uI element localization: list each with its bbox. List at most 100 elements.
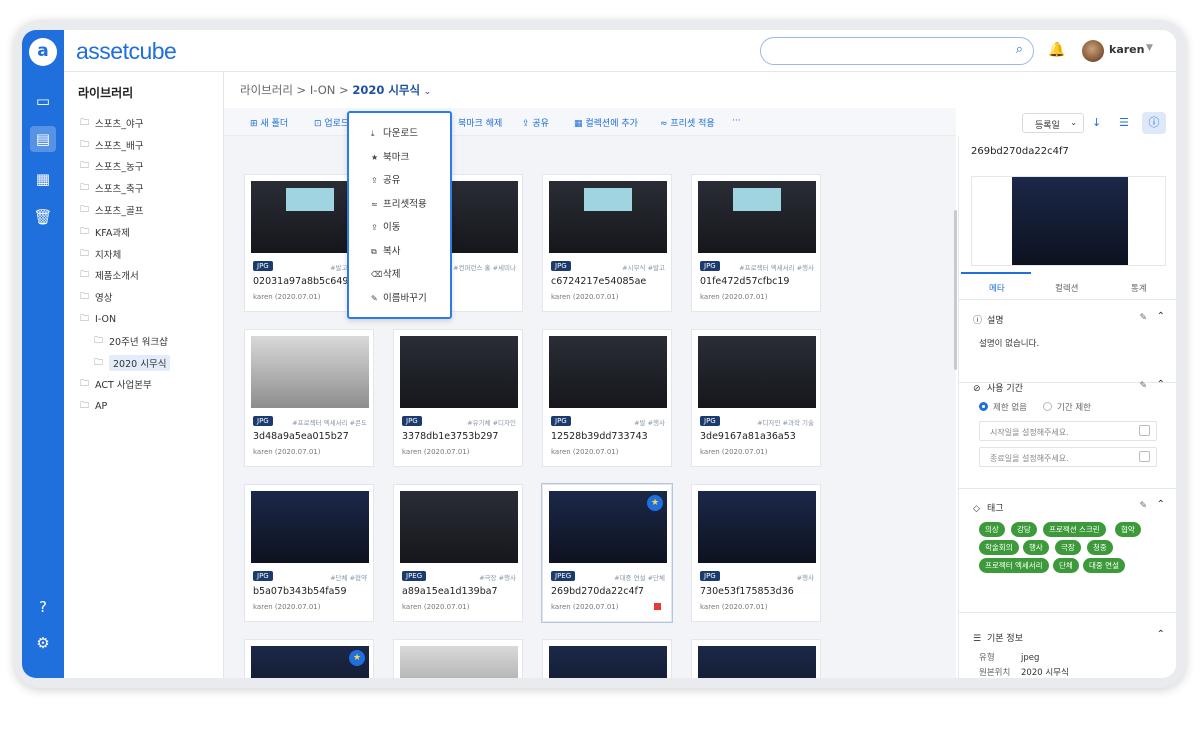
tag-chip[interactable]: 대중 연설 [1083, 558, 1125, 573]
edit-pencil-icon[interactable]: ✎ [1139, 501, 1147, 511]
asset-card[interactable] [691, 639, 821, 678]
folder-item[interactable]: 🗀 스포츠_농구 [80, 156, 222, 178]
radio-unlimited[interactable]: 제한 없음 [979, 401, 1027, 413]
star-icon[interactable]: ★ [349, 650, 365, 666]
tag-chip[interactable]: 극장 [1055, 540, 1081, 555]
chevron-up-icon[interactable]: ⌃ [1157, 311, 1165, 322]
asset-thumbnail[interactable] [549, 646, 667, 678]
folder-item[interactable]: 🗀 지자체 [80, 243, 222, 265]
help-icon[interactable]: ? [30, 594, 56, 620]
tag-chip[interactable]: 청중 [1087, 540, 1113, 555]
asset-thumbnail[interactable] [400, 491, 518, 563]
menu-item-rename[interactable]: ✎ 이름바꾸기 [371, 290, 427, 304]
breadcrumb-root[interactable]: 라이브러리 > [240, 83, 310, 97]
unbookmark-button[interactable]: 북마크 해제 [458, 116, 502, 129]
new-folder-button[interactable]: ⊞ 새 폴더 [250, 116, 288, 129]
folder-item[interactable]: 🗀 20주년 워크샵 [80, 330, 222, 352]
asset-card[interactable]: ★ JPEG #대중 연설 #단체 269bd270da22c4f7 karen (20… [542, 484, 672, 622]
folder-item[interactable]: 🗀 스포츠_배구 [80, 134, 222, 156]
list-view-icon[interactable]: ☰ [1119, 116, 1129, 129]
chevron-down-icon[interactable]: ⌄ [424, 87, 432, 97]
tag-chip[interactable]: 학술회의 [979, 540, 1019, 555]
folder-item[interactable]: 🗀 KFA과제 [80, 221, 222, 243]
user-name[interactable]: karen [1109, 43, 1144, 56]
start-date-field[interactable]: 시작일을 설정해주세요. [979, 421, 1157, 441]
asset-thumbnail[interactable]: ★ [549, 491, 667, 563]
sort-select[interactable]: 등록일 ⌄ [1022, 113, 1084, 133]
asset-card[interactable] [542, 639, 672, 678]
sort-direction-icon[interactable]: ↓ [1092, 116, 1101, 129]
asset-card[interactable]: ★ [244, 639, 374, 678]
search-icon[interactable]: ⌕ [1016, 42, 1023, 57]
asset-thumbnail[interactable] [400, 646, 518, 678]
star-icon[interactable]: ★ [647, 495, 663, 511]
asset-thumbnail[interactable] [698, 491, 816, 563]
menu-item-delete[interactable]: ⌫삭제 [371, 266, 400, 280]
folder-item[interactable]: 🗀 스포츠_골프 [80, 199, 222, 221]
asset-card[interactable]: JPG #단체 #협약 b5a07b343b54fa59 karen (2020.07… [244, 484, 374, 622]
asset-card[interactable]: JPG #프로젝터 엑세서리 #행사 01fe472d57cfbc19 karen (… [691, 174, 821, 312]
chevron-down-icon[interactable]: ▼ [1146, 43, 1153, 53]
asset-card[interactable]: JPG #행사 730e53f175853d36 karen (2020.07.01) [691, 484, 821, 622]
tab-collection[interactable]: 컬렉션 [1055, 282, 1078, 294]
edit-pencil-icon[interactable]: ✎ [1139, 381, 1147, 391]
monitor-icon[interactable]: ▭ [30, 88, 56, 114]
menu-item-download[interactable]: ⤓ 다운로드 [371, 125, 418, 139]
search-input[interactable]: ⌕ [760, 37, 1034, 65]
asset-card[interactable]: JPEG #극장 #행사 a89a15ea1d139ba7 karen (2020.0… [393, 484, 523, 622]
asset-thumbnail[interactable] [549, 181, 667, 253]
menu-item-share[interactable]: ⇪ 공유 [371, 172, 400, 186]
edit-pencil-icon[interactable]: ✎ [1139, 313, 1147, 323]
asset-thumbnail[interactable] [400, 336, 518, 408]
upload-button[interactable]: ⊡ 업로드 [314, 116, 349, 129]
asset-thumbnail[interactable]: ★ [251, 646, 369, 678]
more-button[interactable]: ··· [732, 116, 741, 126]
bell-icon[interactable]: 🔔 [1048, 42, 1065, 58]
tag-chip[interactable]: 프로젝터 엑세서리 [979, 558, 1049, 573]
asset-thumbnail[interactable] [251, 491, 369, 563]
library-icon[interactable]: ▤ [30, 126, 56, 152]
grid-scrollbar[interactable] [954, 210, 957, 370]
avatar[interactable] [1082, 40, 1104, 62]
folder-item[interactable]: 🗀 스포츠_야구 [80, 112, 222, 134]
asset-card[interactable] [393, 639, 523, 678]
asset-thumbnail[interactable] [698, 181, 816, 253]
folder-item[interactable]: 🗀 ACT 사업본부 [80, 374, 222, 396]
asset-card[interactable]: JPG #시무식 #발고 c6724217e54085ae karen (2020.0… [542, 174, 672, 312]
tag-chip[interactable]: 단체 [1053, 558, 1079, 573]
apply-preset-button[interactable]: ≈ 프리셋 적용 [660, 116, 715, 129]
asset-card[interactable]: JPG #프로젝터 엑세서리 #콘도 3d48a9a5ea015b27 karen (… [244, 329, 374, 467]
asset-card[interactable]: JPG #디자인 #과학 기술 3de9167a81a36a53 karen (202… [691, 329, 821, 467]
folder-item[interactable]: 🗀 AP [80, 395, 222, 417]
radio-limited[interactable]: 기간 제한 [1043, 401, 1091, 413]
chevron-up-icon[interactable]: ⌃ [1157, 379, 1165, 390]
tab-stats[interactable]: 통계 [1131, 282, 1147, 294]
chevron-up-icon[interactable]: ⌃ [1157, 629, 1165, 640]
breadcrumb-current[interactable]: 2020 시무식 [352, 83, 420, 97]
breadcrumb-mid[interactable]: I-ON > [310, 83, 352, 97]
folder-item[interactable]: 🗀 I-ON [80, 308, 222, 330]
tab-meta[interactable]: 메타 [989, 282, 1005, 294]
share-button[interactable]: ⇪ 공유 [522, 116, 549, 129]
brand-logo[interactable]: assetcube [76, 38, 177, 65]
asset-thumbnail[interactable] [549, 336, 667, 408]
menu-item-copy[interactable]: ⧉ 복사 [371, 243, 400, 257]
app-logo-icon[interactable]: a [29, 38, 57, 66]
end-date-field[interactable]: 종료일을 설정해주세요. [979, 447, 1157, 467]
asset-thumbnail[interactable] [698, 336, 816, 408]
tag-chip[interactable]: 프로젝션 스크린 [1043, 522, 1106, 537]
menu-item-preset[interactable]: ≈ 프리셋적용 [371, 196, 427, 210]
menu-item-move[interactable]: ⇪ 이동 [371, 219, 400, 233]
add-collection-button[interactable]: ▦ 컬렉션에 추가 [574, 116, 638, 129]
asset-card[interactable]: JPG #유기체 #디자인 3378db1e3753b297 karen (2020.… [393, 329, 523, 467]
tag-chip[interactable]: 행사 [1023, 540, 1049, 555]
folder-item[interactable]: 🗀 영상 [80, 286, 222, 308]
settings-gear-icon[interactable]: ⚙ [30, 630, 56, 656]
folder-item[interactable]: 🗀 스포츠_축구 [80, 177, 222, 199]
tag-chip[interactable]: 협약 [1115, 522, 1141, 537]
chevron-up-icon[interactable]: ⌃ [1157, 499, 1165, 510]
folder-item[interactable]: 🗀 제품소개서 [80, 265, 222, 287]
menu-item-bookmark[interactable]: ★ 북마크 [371, 149, 409, 163]
grid-icon[interactable]: ▦ [30, 166, 56, 192]
info-icon[interactable]: ⓘ [1142, 112, 1166, 134]
